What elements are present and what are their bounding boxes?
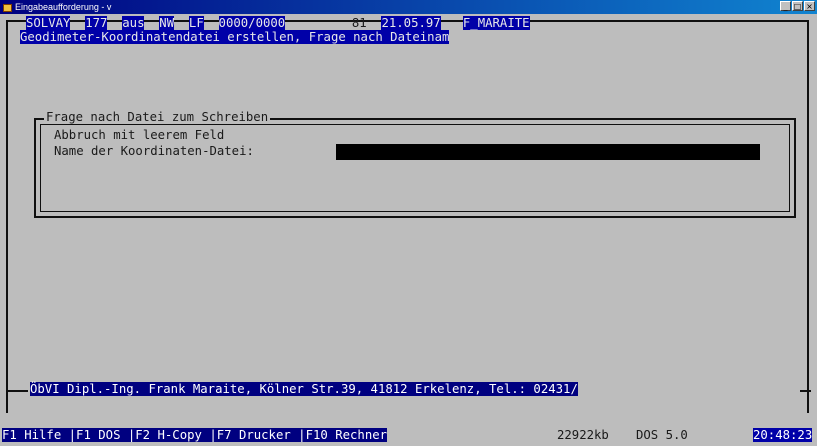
dialog-title: Frage nach Datei zum Schreiben <box>44 110 271 124</box>
maximize-button[interactable]: □ <box>792 1 803 11</box>
status-counter: 0000/0000 <box>218 16 286 30</box>
fkey-help[interactable]: F1 Hilfe <box>2 428 62 442</box>
window-title-bar[interactable]: Eingabeaufforderung - v _ □ × <box>0 0 817 14</box>
status-site: SOLVAY <box>26 16 71 30</box>
filename-label: Name der Koordinaten-Datei: <box>54 144 254 158</box>
fkey-hardcopy[interactable]: F2 H-Copy <box>135 428 202 442</box>
status-number: 177 <box>85 16 108 30</box>
status-code: 81 <box>351 16 367 30</box>
dos-window-icon[interactable] <box>2 2 12 12</box>
status-date: 21.05.97 <box>381 16 441 30</box>
clock: 20:48:23 <box>753 428 813 442</box>
status-mode: aus <box>122 16 145 30</box>
fkey-dos[interactable]: F1 DOS <box>76 428 121 442</box>
page-title: Geodimeter-Koordinatendatei erstellen, F… <box>20 30 450 44</box>
dos-console[interactable]: SOLVAY 177 aus NW LF 0000/0000 81 21.05.… <box>0 14 817 446</box>
minimize-button[interactable]: _ <box>780 1 791 11</box>
footer-line-left <box>6 390 28 392</box>
function-key-bar: F1 Hilfe |F1 DOS |F2 H-Copy |F7 Drucker … <box>2 428 388 442</box>
status-nw: NW <box>159 16 175 30</box>
dialog-hint: Abbruch mit leerem Feld <box>54 128 225 142</box>
close-button[interactable]: × <box>804 1 815 11</box>
status-lf: LF <box>188 16 204 30</box>
filename-input[interactable] <box>336 144 760 160</box>
footer-line-right <box>800 390 811 392</box>
window-controls: _ □ × <box>779 1 815 11</box>
dos-version: DOS 5.0 <box>636 428 688 442</box>
fkey-printer[interactable]: F7 Drucker <box>216 428 291 442</box>
window-title: Eingabeaufforderung - v <box>15 2 112 12</box>
status-user: F_MARAITE <box>462 16 530 30</box>
status-line: SOLVAY 177 aus NW LF 0000/0000 81 21.05.… <box>26 16 530 30</box>
fkey-calculator[interactable]: F10 Rechner <box>305 428 388 442</box>
footer-info: ÖbVI Dipl.-Ing. Frank Maraite, Kölner St… <box>30 382 578 396</box>
memory-info: 22922kb <box>557 428 609 442</box>
